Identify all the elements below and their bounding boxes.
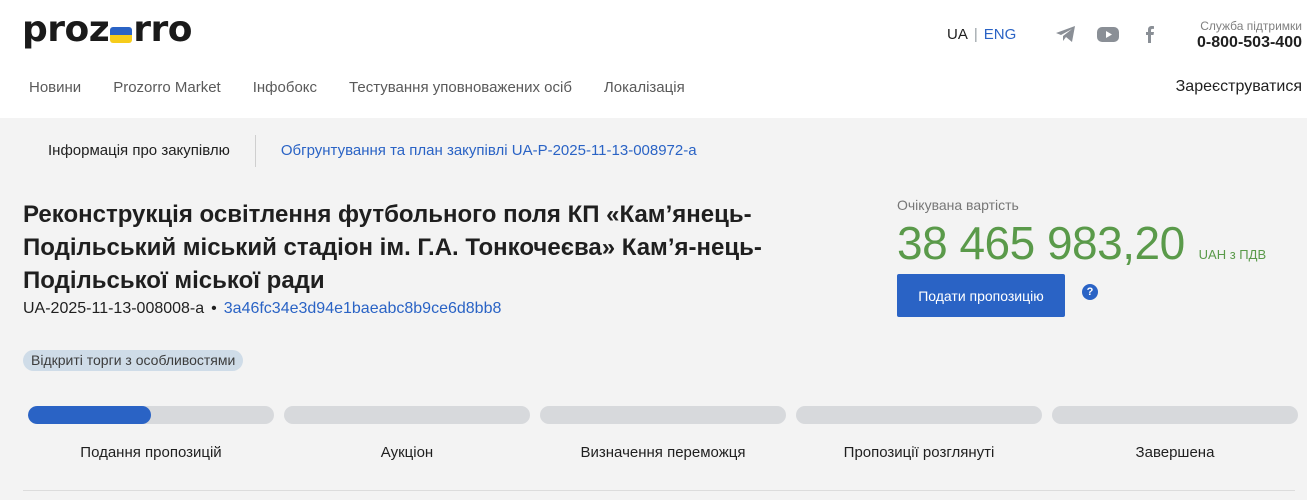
- tab-procurement-info[interactable]: Інформація про закупівлю: [23, 134, 255, 168]
- lang-eng[interactable]: ENG: [984, 26, 1017, 43]
- facebook-icon[interactable]: [1138, 24, 1162, 44]
- submit-bid-button[interactable]: Подати пропозицію: [897, 274, 1065, 317]
- stage-progress-fill: [28, 406, 151, 424]
- youtube-icon[interactable]: [1096, 24, 1120, 44]
- lang-separator: |: [973, 26, 978, 43]
- stage-label: Подання пропозицій: [80, 444, 222, 461]
- nav-localization[interactable]: Локалізація: [604, 79, 685, 96]
- nav-market[interactable]: Prozorro Market: [113, 79, 221, 96]
- expected-value-amount: 38 465 983,20: [897, 217, 1185, 269]
- tender-id: UA-2025-11-13-008008-a: [23, 300, 205, 317]
- stage-progress-bar: [1052, 406, 1298, 424]
- logo-text-start: proz: [22, 9, 110, 50]
- telegram-icon[interactable]: [1054, 24, 1078, 44]
- register-link[interactable]: Зареєструватися: [1176, 78, 1302, 96]
- nav-news[interactable]: Новини: [29, 79, 81, 96]
- flag-icon: [110, 27, 133, 43]
- tab-procurement-plan[interactable]: Обгрунтування та план закупівлі UA-P-202…: [256, 134, 697, 168]
- stage-progress-bar: [28, 406, 274, 424]
- stage-reviewed: Пропозиції розглянуті: [796, 406, 1042, 461]
- stage-progress-bar: [796, 406, 1042, 424]
- expected-value-currency: UAH з ПДВ: [1198, 247, 1267, 262]
- stage-bids: Подання пропозицій: [28, 406, 274, 461]
- stage-progress-bar: [540, 406, 786, 424]
- expected-value: Очікувана вартість 38 465 983,20 UAH з П…: [897, 197, 1266, 268]
- nav-testing[interactable]: Тестування уповноважених осіб: [349, 79, 572, 96]
- expected-value-row: 38 465 983,20 UAH з ПДВ: [897, 218, 1266, 268]
- logo-text-end: rro: [133, 9, 192, 50]
- nav-infobox[interactable]: Інфобокс: [253, 79, 317, 96]
- stage-label: Визначення переможця: [580, 444, 746, 461]
- expected-value-label: Очікувана вартість: [897, 197, 1019, 213]
- tender-stages: Подання пропозицій Аукціон Визначення пе…: [28, 406, 1298, 461]
- stage-winner: Визначення переможця: [540, 406, 786, 461]
- tender-tabs: Інформація про закупівлю Обгрунтування т…: [23, 134, 697, 168]
- stage-label: Пропозиції розглянуті: [843, 444, 995, 461]
- help-icon[interactable]: ?: [1082, 284, 1098, 300]
- main-nav: Новини Prozorro Market Інфобокс Тестуван…: [29, 79, 685, 96]
- stage-label: Аукціон: [380, 444, 434, 461]
- tender-title: Реконструкція освітлення футбольного пол…: [23, 201, 762, 294]
- support-phone[interactable]: 0-800-503-400: [1197, 33, 1302, 53]
- section-divider: [23, 490, 1295, 491]
- support-label: Служба підтримки: [1200, 19, 1302, 33]
- prozorro-logo[interactable]: proz rro: [22, 10, 192, 50]
- procedure-type-badge: Відкриті торги з особливостями: [23, 350, 244, 371]
- stage-auction: Аукціон: [284, 406, 530, 461]
- support-contact: Служба підтримки 0-800-503-400: [1197, 19, 1302, 53]
- stage-progress-bar: [284, 406, 530, 424]
- tender-page: Інформація про закупівлю Обгрунтування т…: [0, 118, 1307, 500]
- language-switcher: UA | ENG: [947, 26, 1016, 43]
- tender-identifiers: UA-2025-11-13-008008-a • 3a46fc34e3d94e1…: [23, 300, 501, 318]
- stage-label: Завершена: [1135, 444, 1215, 461]
- social-links: [1054, 24, 1162, 44]
- stage-completed: Завершена: [1052, 406, 1298, 461]
- tender-hash-link[interactable]: 3a46fc34e3d94e1baeabc8b9ce6d8bb8: [224, 300, 502, 318]
- site-header: proz rro UA | ENG Служба підтримки 0-800…: [0, 0, 1307, 118]
- lang-ua[interactable]: UA: [947, 26, 968, 43]
- id-separator: •: [211, 300, 217, 317]
